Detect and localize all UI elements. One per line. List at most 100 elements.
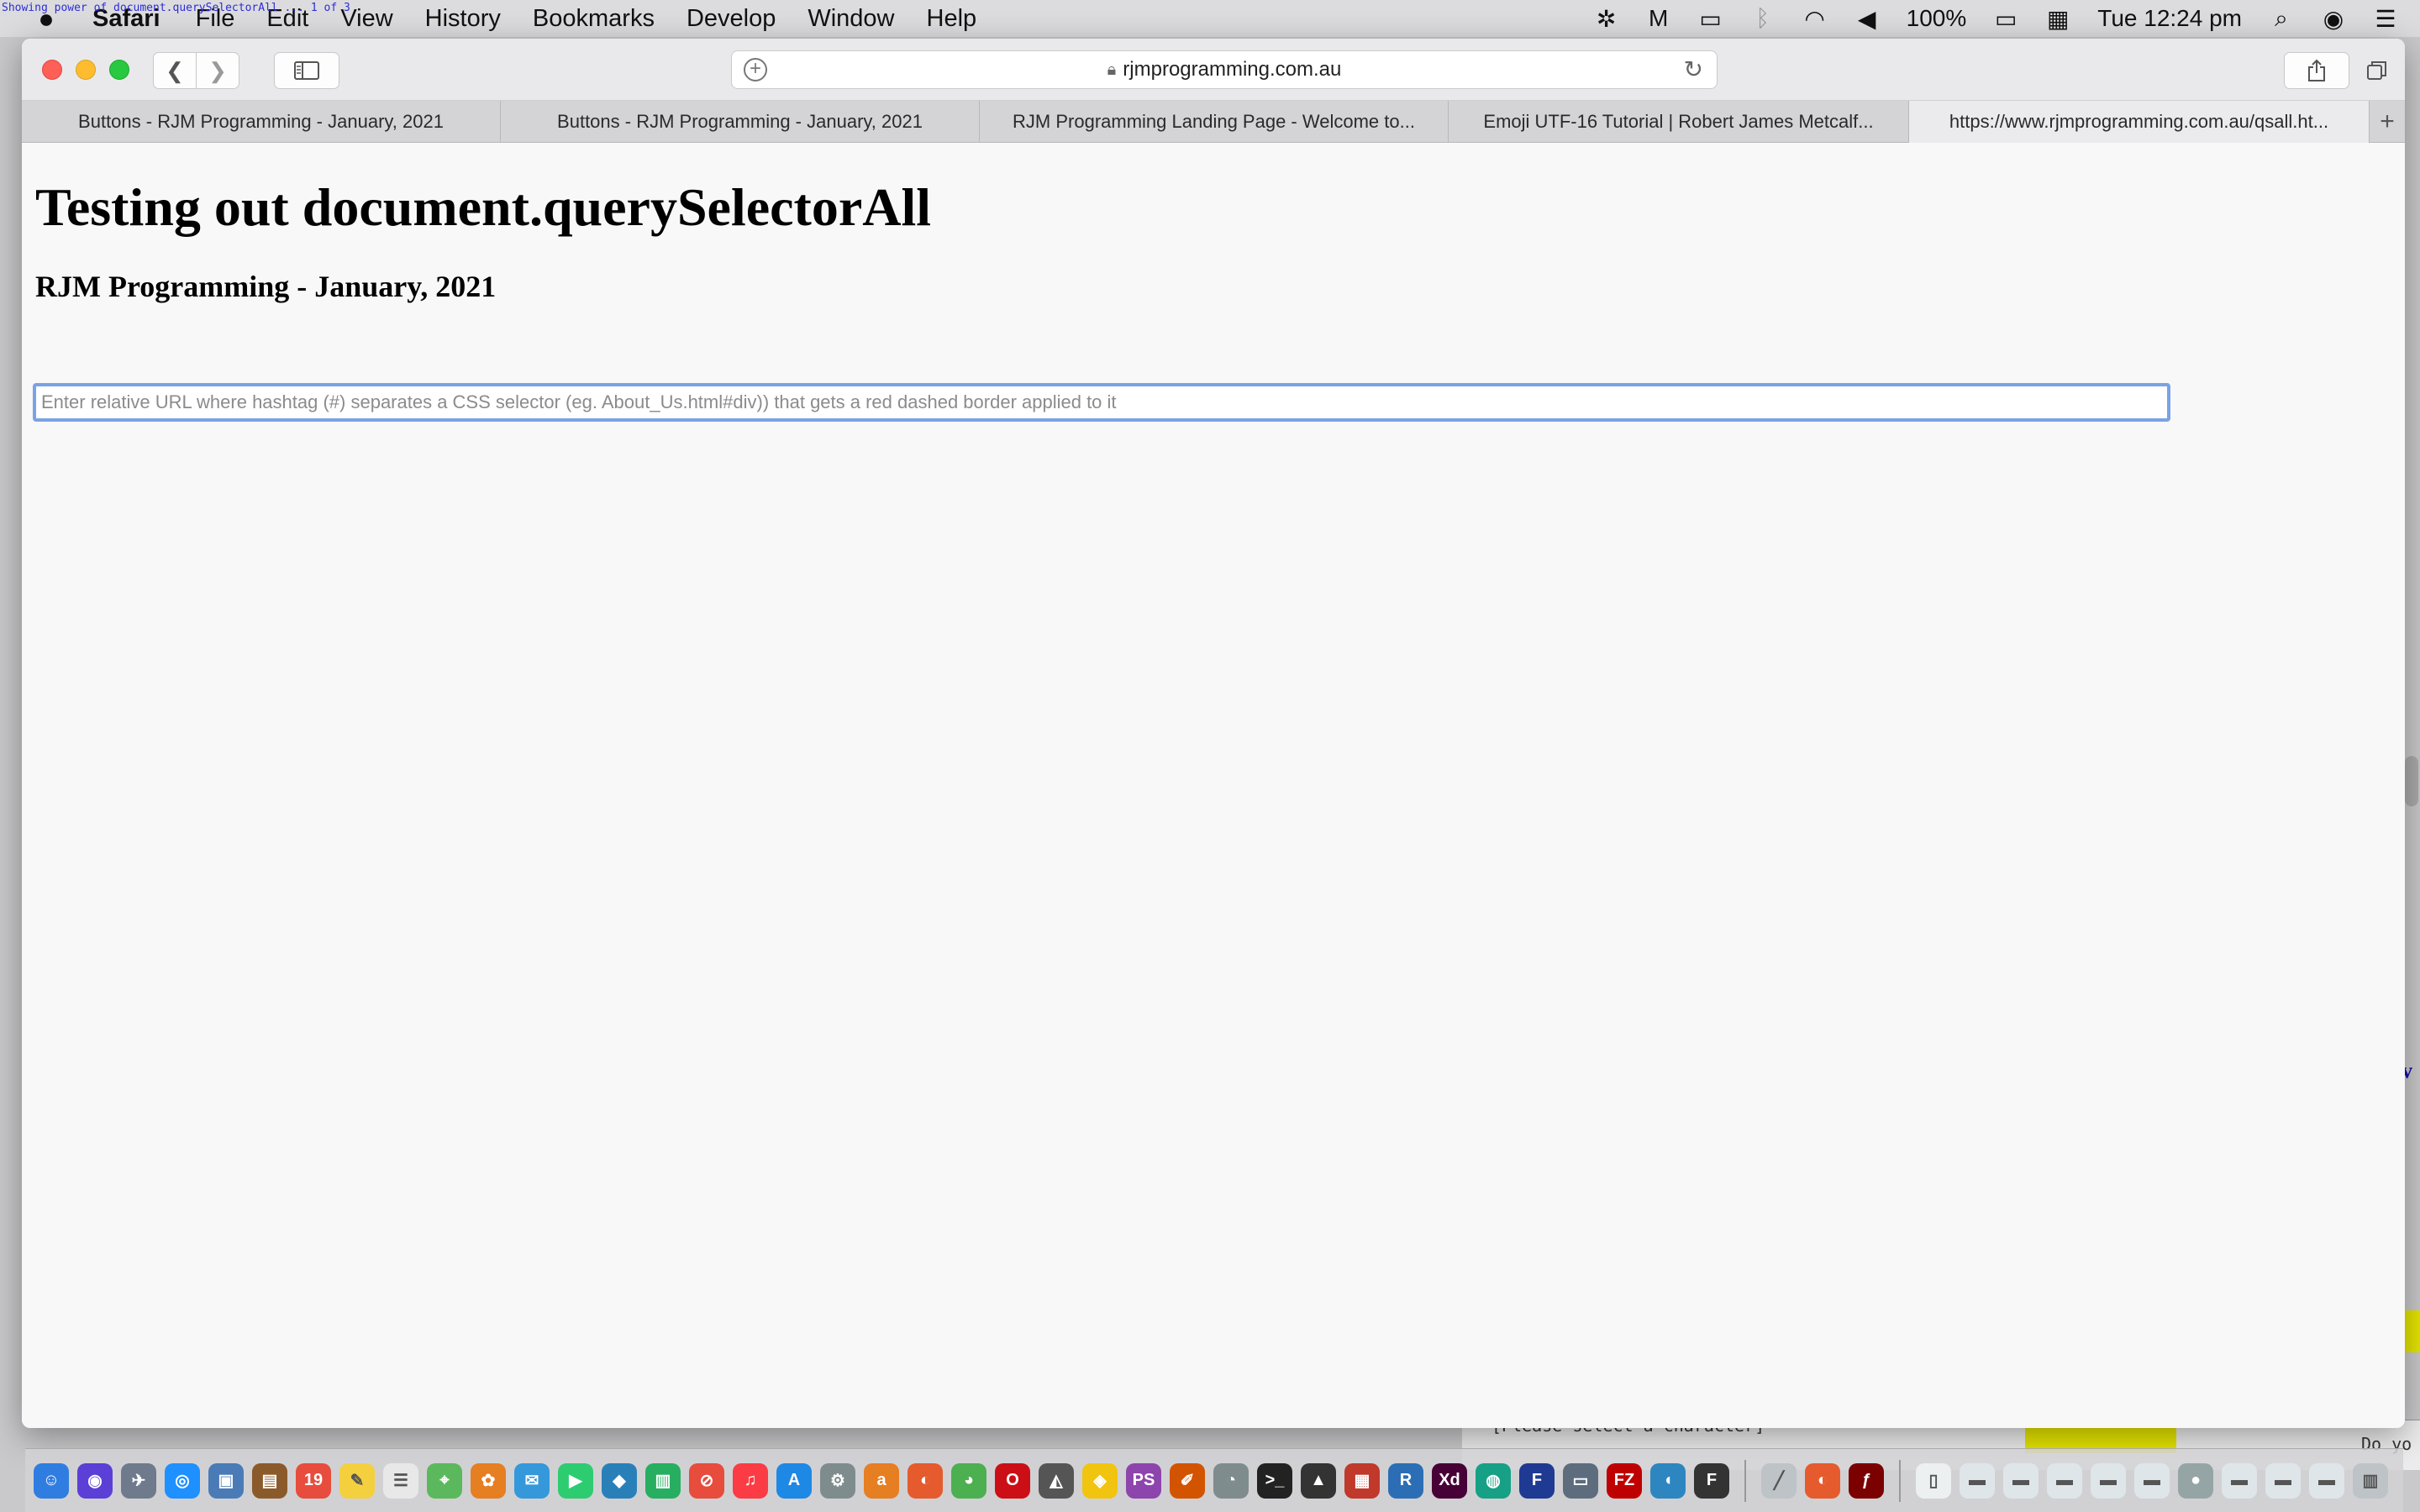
volume-icon[interactable]: ◀ [1854, 5, 1880, 33]
notes-book-icon[interactable]: ▤ [252, 1462, 287, 1499]
back-button[interactable]: ❮ [153, 52, 197, 89]
page-title: Testing out document.querySelectorAll [35, 177, 932, 237]
phpstorm-icon[interactable]: PS [1126, 1462, 1161, 1499]
battery-icon[interactable]: ▭ [1993, 5, 2018, 33]
vpn-icon[interactable]: ◈ [1082, 1462, 1118, 1499]
input-menu-icon[interactable]: ▦ [2045, 5, 2070, 33]
tab[interactable]: RJM Programming Landing Page - Welcome t… [980, 101, 1449, 143]
window-thumb-icon[interactable]: ▬ [2309, 1462, 2344, 1499]
app-icon[interactable]: a [864, 1462, 899, 1499]
menu-history[interactable]: History [425, 5, 501, 33]
elephant-icon[interactable]: ◭ [1039, 1462, 1074, 1499]
document-icon[interactable]: ▯ [1916, 1462, 1951, 1499]
dock: ☺ ◉ ✈ ◎ ▣ ▤ 19 ✎ ☰ ⌖ ✿ ✉ ▶ ◆ ▥ ⊘ ♫ A ⚙ a ◐ ◕ O ◭ ◈ PS ✐ ◔ >_ ▲ ▦ R Xd ◍ F ▭… [25, 1448, 2403, 1512]
audio-icon[interactable]: ◖ [1650, 1462, 1686, 1499]
menu-help[interactable]: Help [927, 5, 977, 33]
menu-bar: ● Safari File Edit View History Bookmark… [0, 0, 2420, 37]
photos-icon[interactable]: ✿ [471, 1462, 506, 1499]
show-all-tabs-button[interactable] [2360, 52, 2395, 89]
safari-icon[interactable]: ◎ [165, 1462, 200, 1499]
terminal-icon[interactable]: >_ [1257, 1462, 1292, 1499]
pen-icon[interactable]: ╱ [1761, 1462, 1797, 1499]
tab-active[interactable]: https://www.rjmprogramming.com.au/qsall.… [1909, 101, 2370, 143]
color-wheel-icon[interactable]: ◍ [1476, 1462, 1511, 1499]
chevron-left-icon: ❮ [166, 57, 184, 83]
window-thumb-icon[interactable]: ▬ [2265, 1462, 2301, 1499]
user-icon[interactable]: ● [2178, 1462, 2213, 1499]
opera-icon[interactable]: O [995, 1462, 1030, 1499]
firefox2-icon[interactable]: ◐ [1805, 1462, 1840, 1499]
tabs-overview-icon [2367, 61, 2386, 80]
window-thumb-icon[interactable]: ▬ [2134, 1462, 2170, 1499]
scanner-icon[interactable]: ▭ [1563, 1462, 1598, 1499]
tab[interactable]: Buttons - RJM Programming - January, 202… [501, 101, 980, 143]
bluetooth-icon[interactable]: ᛒ [1750, 5, 1776, 32]
calendar-icon[interactable]: 19 [296, 1462, 331, 1499]
new-tab-button[interactable]: + [2370, 101, 2405, 143]
launchpad-icon[interactable]: ✈ [121, 1462, 156, 1499]
clock[interactable]: Tue 12:24 pm [2097, 5, 2242, 32]
reload-icon[interactable]: ↻ [1684, 55, 1703, 83]
notification-center-icon[interactable]: ☰ [2373, 5, 2398, 33]
overlay-caption: Showing power of document.querySelectorA… [2, 2, 350, 14]
app-status-icon[interactable]: ✲ [1594, 5, 1619, 33]
flash-icon[interactable]: ƒ [1849, 1462, 1884, 1499]
window-thumb-icon[interactable]: ▬ [2003, 1462, 2039, 1499]
menu-window[interactable]: Window [808, 5, 894, 33]
xd-icon[interactable]: Xd [1432, 1462, 1467, 1499]
inkscape-icon[interactable]: ▲ [1301, 1462, 1336, 1499]
firefox-icon[interactable]: ◐ [908, 1462, 943, 1499]
menu-bookmarks[interactable]: Bookmarks [533, 5, 655, 33]
malwarebytes-icon[interactable]: M [1646, 5, 1671, 32]
tab-bar: Buttons - RJM Programming - January, 202… [22, 101, 2405, 143]
music-icon[interactable]: ♫ [733, 1462, 768, 1499]
finder-icon[interactable]: ☺ [34, 1462, 69, 1499]
reminders-icon[interactable]: ☰ [383, 1462, 418, 1499]
menu-develop[interactable]: Develop [687, 5, 776, 33]
keynote-icon[interactable]: ◆ [602, 1462, 637, 1499]
numbers-icon[interactable]: ▥ [645, 1462, 681, 1499]
app-store-icon[interactable]: A [776, 1462, 812, 1499]
maps-icon[interactable]: ⌖ [427, 1462, 462, 1499]
minimize-window-button[interactable] [76, 60, 96, 80]
siri-icon[interactable]: ◉ [77, 1462, 113, 1499]
filezilla-icon[interactable]: FZ [1607, 1462, 1642, 1499]
chrome-icon[interactable]: ◕ [951, 1462, 986, 1499]
siri-menu-icon[interactable]: ◉ [2321, 5, 2346, 33]
battery-percent: 100% [1906, 5, 1967, 31]
preview-icon[interactable]: ▣ [208, 1462, 244, 1499]
window-thumb-icon[interactable]: ▬ [1960, 1462, 1995, 1499]
address-bar[interactable]: + 🔒︎ rjmprogramming.com.au ↻ [731, 50, 1718, 89]
dock-separator [1899, 1459, 1901, 1502]
sidebar-toggle-button[interactable] [274, 52, 339, 89]
tab[interactable]: Buttons - RJM Programming - January, 202… [22, 101, 501, 143]
dock-separator [1744, 1459, 1746, 1502]
window-thumb-icon[interactable]: ▬ [2222, 1462, 2257, 1499]
trash-icon[interactable]: ▥ [2353, 1462, 2388, 1499]
r-icon[interactable]: R [1388, 1462, 1423, 1499]
messages-icon[interactable]: ✉ [514, 1462, 550, 1499]
system-preferences-icon[interactable]: ⚙ [820, 1462, 855, 1499]
brush-icon[interactable]: ✐ [1170, 1462, 1205, 1499]
spotlight-search-icon[interactable]: ⌕ [2269, 5, 2294, 33]
share-button[interactable] [2284, 52, 2349, 89]
notes-icon[interactable]: ✎ [339, 1462, 375, 1499]
maximize-window-button[interactable] [109, 60, 129, 80]
app2-icon[interactable]: ▦ [1344, 1462, 1380, 1499]
relative-url-input[interactable] [33, 383, 2170, 422]
address-text: rjmprogramming.com.au [1123, 58, 1342, 81]
airplay-icon[interactable]: ▭ [1698, 5, 1723, 33]
fontforge-icon[interactable]: F [1694, 1462, 1729, 1499]
forward-button[interactable]: ❯ [196, 52, 239, 89]
facetime-icon[interactable]: ▶ [558, 1462, 593, 1499]
window-thumb-icon[interactable]: ▬ [2047, 1462, 2082, 1499]
news-icon[interactable]: ⊘ [689, 1462, 724, 1499]
close-window-button[interactable] [42, 60, 62, 80]
tab[interactable]: Emoji UTF-16 Tutorial | Robert James Met… [1449, 101, 1909, 143]
f-app-icon[interactable]: F [1519, 1462, 1555, 1499]
gimp-icon[interactable]: ◔ [1213, 1462, 1249, 1499]
wifi-icon[interactable]: ◠ [1802, 5, 1828, 33]
window-thumb-icon[interactable]: ▬ [2091, 1462, 2126, 1499]
page-subtitle: RJM Programming - January, 2021 [35, 270, 497, 303]
privacy-plus-icon[interactable]: + [744, 58, 767, 81]
